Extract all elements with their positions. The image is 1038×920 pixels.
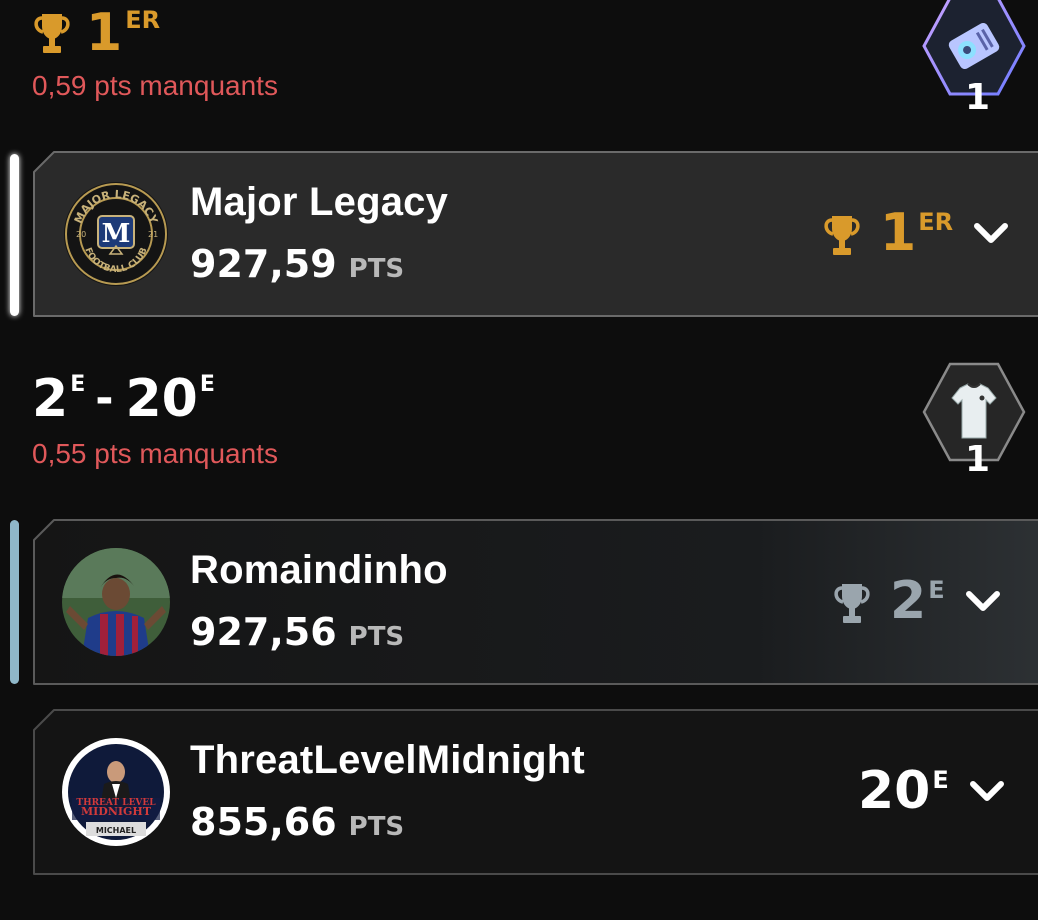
tier-rank-number: 1	[86, 3, 123, 63]
points-value: 927,56	[190, 610, 337, 654]
tier-rank-start: 2	[32, 369, 69, 429]
tier-header-2nd-20th: 2 E - 20 E 0,55 pts manquants	[32, 372, 278, 470]
chevron-down-icon[interactable]	[963, 586, 1003, 616]
leaderboard-entry-major-legacy[interactable]: MAJOR LEGACY FOOTBALL CLUB M 20 21 Major…	[32, 150, 1038, 318]
points-unit: PTS	[348, 812, 405, 842]
tier-rank-end-suffix: E	[199, 372, 215, 397]
tier-rank-suffix: ER	[125, 6, 161, 34]
major-legacy-logo: MAJOR LEGACY FOOTBALL CLUB M 20 21	[64, 182, 168, 286]
rank-display: 2 E	[832, 571, 1003, 631]
points-missing: 0,55 pts manquants	[32, 438, 278, 469]
chevron-down-icon[interactable]	[971, 218, 1011, 248]
player-avatar: THREAT LEVEL MIDNIGHT MICHAEL	[62, 738, 170, 846]
rank-number: 2	[890, 571, 927, 631]
player-name: Romaindinho	[190, 548, 448, 592]
tier-header-1st: 1 ER 0,59 pts manquants	[32, 6, 278, 102]
rank-suffix: ER	[918, 208, 954, 236]
avatar-text-line3: MICHAEL	[96, 826, 136, 835]
rank-number: 1	[880, 203, 917, 263]
player-points: 927,56 PTS	[190, 610, 404, 654]
user-avatar: THREAT LEVEL MIDNIGHT MICHAEL	[62, 738, 170, 846]
player-name: Major Legacy	[190, 180, 449, 224]
points-value: 855,66	[190, 800, 337, 844]
avatar-text-line2: MIDNIGHT	[81, 805, 152, 818]
rank-display: 20 E	[858, 761, 1007, 821]
player-avatar	[62, 548, 170, 656]
logo-letter: M	[102, 219, 131, 249]
highlight-bar	[10, 520, 19, 684]
leaderboard-entry-threatlevelmidnight[interactable]: THREAT LEVEL MIDNIGHT MICHAEL ThreatLeve…	[32, 708, 1038, 876]
logo-year-right: 21	[148, 230, 158, 239]
trophy-icon	[34, 14, 70, 53]
highlight-bar	[10, 154, 19, 316]
rank-suffix: E	[932, 766, 949, 794]
rank-display: 1 ER	[822, 203, 1011, 263]
tier-rank-end: 20	[125, 369, 198, 429]
trophy-icon	[834, 584, 870, 623]
user-avatar	[62, 548, 170, 656]
logo-year-left: 20	[76, 230, 86, 239]
rank-suffix: E	[928, 576, 945, 604]
leaderboard-entry-romaindinho[interactable]: Romaindinho 927,56 PTS 2 E	[32, 518, 1038, 686]
points-value: 927,59	[190, 242, 337, 286]
tier-rank-range: 2 E - 20 E	[32, 372, 278, 426]
tier-rank-start-suffix: E	[70, 372, 86, 397]
tier-rank: 1 ER	[32, 6, 278, 60]
reward-count: 1	[964, 77, 990, 118]
trophy-icon	[824, 216, 860, 255]
reward-badge[interactable]: 1	[918, 362, 1038, 480]
points-unit: PTS	[348, 254, 405, 284]
player-points: 855,66 PTS	[190, 800, 404, 844]
reward-count: 1	[964, 439, 990, 480]
rank-number: 20	[858, 761, 931, 821]
player-name: ThreatLevelMidnight	[190, 738, 585, 782]
points-unit: PTS	[348, 622, 405, 652]
tier-rank-separator: -	[95, 373, 114, 424]
reward-badge[interactable]: 1	[918, 0, 1038, 118]
chevron-down-icon[interactable]	[967, 776, 1007, 806]
points-missing: 0,59 pts manquants	[32, 70, 278, 101]
club-logo: MAJOR LEGACY FOOTBALL CLUB M 20 21	[62, 180, 170, 288]
player-points: 927,59 PTS	[190, 242, 404, 286]
